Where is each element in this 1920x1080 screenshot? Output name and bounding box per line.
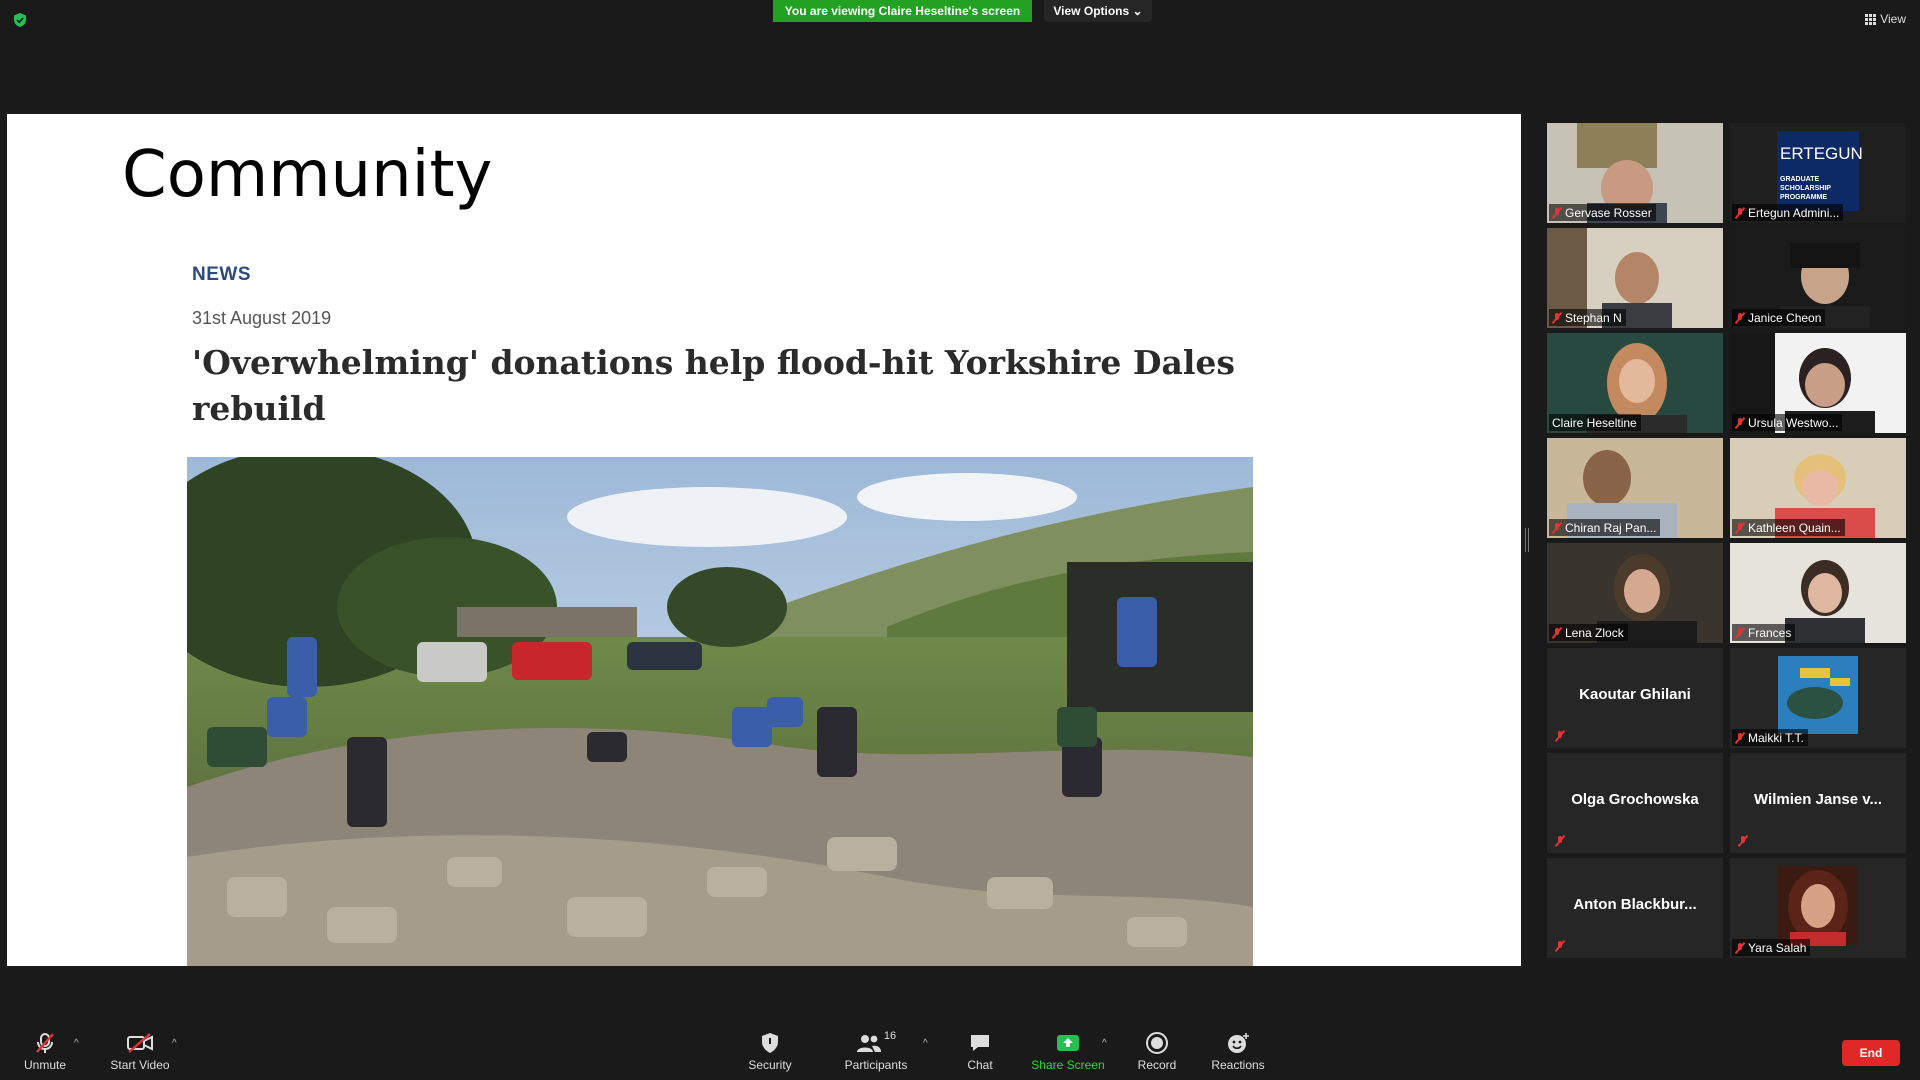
participants-label: Participants [844,1058,908,1072]
unmute-label: Unmute [23,1058,67,1072]
reactions-smiley-icon [1228,1033,1249,1053]
news-date: 31st August 2019 [192,308,332,328]
participant-name: Olga Grochowska [1571,791,1699,808]
share-screen-label: Share Screen [1031,1058,1105,1072]
participant-tile[interactable]: Ursula Westwo... [1730,333,1906,433]
security-button[interactable]: Security [740,1030,800,1072]
participant-name: Claire Heseltine [1552,415,1637,430]
muted-mic-icon [1735,312,1745,324]
participant-name: Maikki T.T. [1748,730,1804,745]
record-button[interactable]: Record [1132,1030,1182,1072]
news-photo [187,457,1253,966]
participant-tile[interactable]: Anton Blackbur... [1547,858,1723,958]
view-options-label: View Options [1053,4,1130,18]
share-screen-button[interactable]: Share Screen [1030,1030,1106,1072]
record-icon [1146,1032,1168,1054]
microphone-muted-icon [36,1033,54,1053]
participant-name: Ursula Westwo... [1748,415,1839,430]
share-screen-icon [1057,1035,1079,1051]
news-headline: 'Overwhelming' donations help flood-hit … [192,343,1235,428]
record-label: Record [1137,1058,1177,1072]
view-button[interactable]: View [1865,12,1906,26]
participant-name: Chiran Raj Pan... [1565,520,1657,535]
logo-text: ERTEGUN [1780,144,1863,163]
video-off-icon [127,1033,153,1053]
reactions-button[interactable]: Reactions [1208,1030,1268,1072]
end-meeting-button[interactable]: End [1842,1040,1900,1066]
muted-mic-icon [1555,730,1565,742]
participant-tile-active-speaker[interactable]: Claire Heseltine [1547,333,1723,433]
participant-name: Janice Cheon [1748,310,1822,325]
audio-options-caret[interactable]: ^ [74,1038,79,1049]
muted-mic-icon [1552,312,1562,324]
chat-button[interactable]: Chat [955,1030,1005,1072]
meeting-toolbar: Unmute ^ Start Video ^ Security 16 Parti… [0,1008,1920,1080]
share-options-caret[interactable]: ^ [1102,1038,1107,1049]
muted-mic-icon [1552,627,1562,639]
svg-text:GRADUATE: GRADUATE [1780,176,1819,183]
participant-tile[interactable]: Janice Cheon [1730,228,1906,328]
participant-tile[interactable]: Gervase Rosser [1547,123,1723,223]
security-label: Security [748,1058,792,1072]
participant-tile[interactable]: Kaoutar Ghilani [1547,648,1723,748]
start-video-button[interactable]: Start Video [105,1030,175,1072]
participant-name: Gervase Rosser [1565,205,1652,220]
participant-tile[interactable]: ERTEGUN GRADUATE SCHOLARSHIP PROGRAMME Erte… [1730,123,1906,223]
participant-name: Stephan N [1565,310,1622,325]
participant-name: Wilmien Janse v... [1754,791,1882,808]
participant-tile[interactable]: Wilmien Janse v... [1730,753,1906,853]
svg-text:PROGRAMME: PROGRAMME [1780,194,1827,201]
participant-tile[interactable]: Maikki T.T. [1730,648,1906,748]
participant-name: Anton Blackbur... [1573,896,1697,913]
muted-mic-icon [1555,940,1565,952]
muted-mic-icon [1735,417,1745,429]
video-options-caret[interactable]: ^ [172,1038,177,1049]
muted-mic-icon [1552,207,1562,219]
participants-icon [856,1035,881,1052]
shared-screen: Community NEWS 31st August 2019 'Overwhe… [7,114,1521,966]
view-button-label: View [1880,12,1906,26]
participant-name: Yara Salah [1748,940,1807,955]
security-shield-icon [762,1033,778,1053]
participant-name: Lena Zlock [1565,625,1624,640]
participant-name: Frances [1748,625,1792,640]
gallery-resize-handle[interactable] [1525,528,1529,552]
muted-mic-icon [1555,835,1565,847]
participant-name: Kaoutar Ghilani [1579,686,1691,703]
participant-tile[interactable]: Lena Zlock [1547,543,1723,643]
participant-tile[interactable]: Kathleen Quain... [1730,438,1906,538]
chat-bubble-icon [971,1035,989,1051]
unmute-button[interactable]: Unmute [20,1030,70,1072]
participants-button[interactable]: 16 Participants [838,1030,914,1072]
participant-tile[interactable]: Frances [1730,543,1906,643]
muted-mic-icon [1738,835,1748,847]
muted-mic-icon [1552,522,1562,534]
participants-count: 16 [883,1030,897,1042]
news-label: NEWS [192,264,251,285]
muted-mic-icon [1735,732,1745,744]
encryption-shield-icon[interactable] [12,12,28,28]
participant-tile[interactable]: Olga Grochowska [1547,753,1723,853]
participant-name: Kathleen Quain... [1748,520,1841,535]
svg-text:SCHOLARSHIP: SCHOLARSHIP [1780,185,1831,192]
slide-title: Community [122,138,493,212]
participant-tile[interactable]: Chiran Raj Pan... [1547,438,1723,538]
grid-view-icon [1865,13,1877,25]
chat-label: Chat [967,1058,993,1072]
muted-mic-icon [1735,942,1745,954]
participants-options-caret[interactable]: ^ [923,1038,928,1049]
top-bar: You are viewing Claire Heseltine's scree… [0,0,1920,30]
view-options-button[interactable]: View Options ⌄ [1044,0,1152,22]
muted-mic-icon [1735,207,1745,219]
viewing-screen-banner: You are viewing Claire Heseltine's scree… [773,0,1032,22]
start-video-label: Start Video [110,1058,170,1072]
participant-name: Ertegun Admini... [1748,205,1840,220]
chevron-down-icon: ⌄ [1132,4,1143,18]
muted-mic-icon [1735,627,1745,639]
reactions-label: Reactions [1211,1058,1265,1072]
participant-tile[interactable]: Yara Salah [1730,858,1906,958]
participant-tile[interactable]: Stephan N [1547,228,1723,328]
muted-mic-icon [1735,522,1745,534]
